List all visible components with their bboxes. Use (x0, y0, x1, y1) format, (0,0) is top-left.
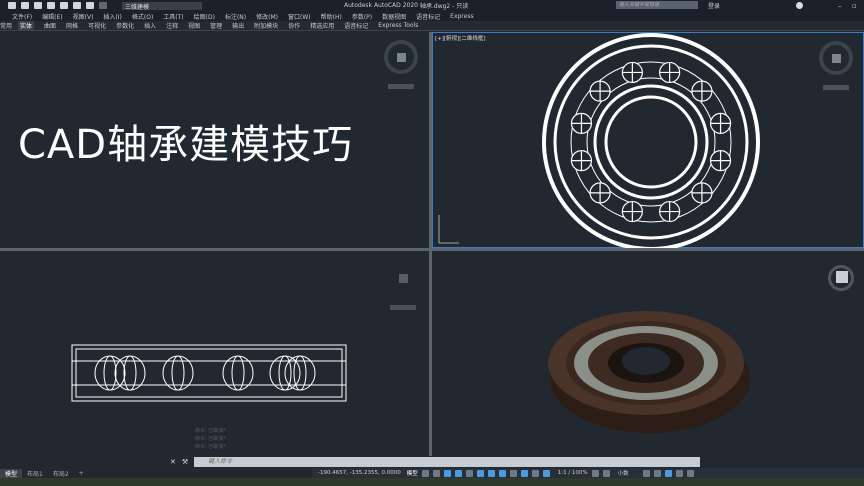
close-icon[interactable]: ✕ (170, 458, 176, 466)
title-bar: 三维建模 Autodesk AutoCAD 2020 轴承.dwg2 - 只读 … (0, 0, 864, 11)
menu-file[interactable]: 文件(F) (12, 12, 32, 21)
properties-icon[interactable] (642, 469, 650, 477)
menu-express[interactable]: Express (450, 13, 473, 20)
ribbon-tabs: 常用 实体 曲面 网格 可视化 参数化 插入 注释 视图 管理 输出 附加模块 … (0, 21, 864, 31)
tab-manage[interactable]: 管理 (210, 21, 222, 30)
coordinates: -190.4657, -135.2355, 0.0000 (318, 470, 401, 476)
tab-express-tools[interactable]: Express Tools (378, 22, 418, 29)
model-space-button[interactable]: 模型 (407, 469, 418, 477)
tab-addins[interactable]: 附加模块 (254, 21, 278, 30)
menu-dimension[interactable]: 标注(N) (225, 12, 246, 21)
tab-visualize[interactable]: 可视化 (88, 21, 106, 30)
polar-icon[interactable] (465, 469, 473, 477)
bearing-top-view (438, 33, 760, 249)
grid-icon[interactable] (421, 469, 429, 477)
tab-solid[interactable]: 实体 (18, 21, 35, 30)
annotation-icon[interactable] (542, 469, 550, 477)
scale-readout[interactable]: 1:1 / 100% (558, 470, 588, 476)
menu-window[interactable]: 窗口(W) (288, 12, 311, 21)
bearing-3d-view (548, 311, 750, 433)
command-history: 命令: 已取消* (195, 436, 226, 442)
taskbar-strip (0, 478, 864, 486)
gizmo-icon[interactable] (531, 469, 539, 477)
command-history: 命令: 已取消* (195, 428, 226, 434)
add-layout-button[interactable]: + (74, 470, 89, 477)
isolate-icon[interactable] (664, 469, 672, 477)
otrack-icon[interactable] (487, 469, 495, 477)
menu-modify[interactable]: 修改(M) (256, 12, 278, 21)
layout-tabs: 模型 布局1 布局2 + (0, 468, 89, 478)
print-icon[interactable] (73, 2, 81, 9)
tab-parametric[interactable]: 参数化 (116, 21, 134, 30)
tab-home[interactable]: 常用 (0, 21, 12, 30)
viewcube[interactable] (384, 40, 418, 89)
new-file-icon[interactable] (8, 2, 16, 9)
ucs-icon[interactable] (520, 469, 528, 477)
restore-icon[interactable]: ▫ (852, 2, 857, 10)
tab-collaborate[interactable]: 协作 (288, 21, 300, 30)
tab-annotate[interactable]: 注释 (166, 21, 178, 30)
plus-icon[interactable] (602, 469, 610, 477)
tab-view[interactable]: 视图 (188, 21, 200, 30)
menu-data-view[interactable]: 数据视图 (382, 12, 406, 21)
ortho-icon[interactable] (454, 469, 462, 477)
menu-format[interactable]: 格式(O) (132, 12, 153, 21)
help-icon[interactable] (796, 2, 803, 9)
viewport-splitter-vertical[interactable] (429, 32, 432, 456)
menu-help[interactable]: 帮助(H) (321, 12, 342, 21)
tab-mesh[interactable]: 网格 (66, 21, 78, 30)
menu-view[interactable]: 视图(V) (73, 12, 94, 21)
command-history: 命令: 已取消* (195, 444, 226, 450)
menu-insert[interactable]: 插入(I) (103, 12, 121, 21)
tab-voice-markup[interactable]: 语音标记 (344, 21, 368, 30)
file-name: 轴承.dwg2 - 只读 (420, 3, 469, 10)
status-bar: -190.4657, -135.2355, 0.0000 模型 1:1 / 10… (312, 468, 864, 478)
tab-surface[interactable]: 曲面 (44, 21, 56, 30)
osnap-icon[interactable] (476, 469, 484, 477)
display-icon[interactable] (653, 469, 661, 477)
command-input[interactable]: 键入命令 (194, 456, 700, 467)
save-icon[interactable] (34, 2, 42, 9)
menu-bar: 文件(F) 编辑(E) 视图(V) 插入(I) 格式(O) 工具(T) 绘图(D… (0, 11, 864, 21)
overlay-title: CAD轴承建模技巧 (18, 122, 354, 168)
open-file-icon[interactable] (21, 2, 29, 9)
gear-icon[interactable] (591, 469, 599, 477)
tab-output[interactable]: 输出 (232, 21, 244, 30)
save-as-icon[interactable] (47, 2, 55, 9)
tab-model[interactable]: 模型 (0, 468, 23, 478)
infer-icon[interactable] (443, 469, 451, 477)
wrench-icon[interactable]: ⚒ (182, 458, 188, 466)
bearing-side-view (71, 344, 347, 402)
plot-icon[interactable] (60, 2, 68, 9)
viewport-splitter-horizontal[interactable] (0, 248, 864, 251)
lineweight-icon[interactable] (498, 469, 506, 477)
viewport-top-right[interactable]: [+][俯视][二维线框] (432, 32, 864, 249)
menu-parameters[interactable]: 参数(P) (352, 12, 372, 21)
search-input[interactable]: 键入关键字或短语 (616, 1, 698, 9)
viewport-bottom-right[interactable] (432, 251, 864, 456)
tab-layout1[interactable]: 布局1 (22, 469, 48, 478)
snap-icon[interactable] (432, 469, 440, 477)
menu-voice-markup[interactable]: 语音标记 (416, 12, 440, 21)
tab-featured-apps[interactable]: 精选应用 (310, 21, 334, 30)
login-button[interactable]: 登录 (708, 1, 720, 10)
workspace-select[interactable]: 三维建模 (122, 1, 202, 11)
fullscreen-icon[interactable] (686, 469, 694, 477)
tab-layout2[interactable]: 布局2 (48, 469, 74, 478)
minimize-icon[interactable]: – (838, 2, 842, 10)
menu-edit[interactable]: 编辑(E) (42, 12, 62, 21)
command-line: ✕ ⚒ 键入命令 (170, 456, 700, 467)
tab-insert[interactable]: 插入 (144, 21, 156, 30)
undo-icon[interactable] (86, 2, 94, 9)
redo-icon[interactable] (99, 2, 107, 9)
menu-draw[interactable]: 绘图(D) (194, 12, 215, 21)
hardware-icon[interactable] (675, 469, 683, 477)
viewport-top-left[interactable]: CAD轴承建模技巧 (0, 32, 429, 248)
transparency-icon[interactable] (509, 469, 517, 477)
app-title: Autodesk AutoCAD 2020 (344, 2, 418, 9)
menu-tools[interactable]: 工具(T) (163, 12, 183, 21)
viewport-bottom-left[interactable]: 命令: 已取消* 命令: 已取消* 命令: 已取消* (0, 251, 429, 456)
units-select[interactable]: 小数 (618, 469, 629, 477)
